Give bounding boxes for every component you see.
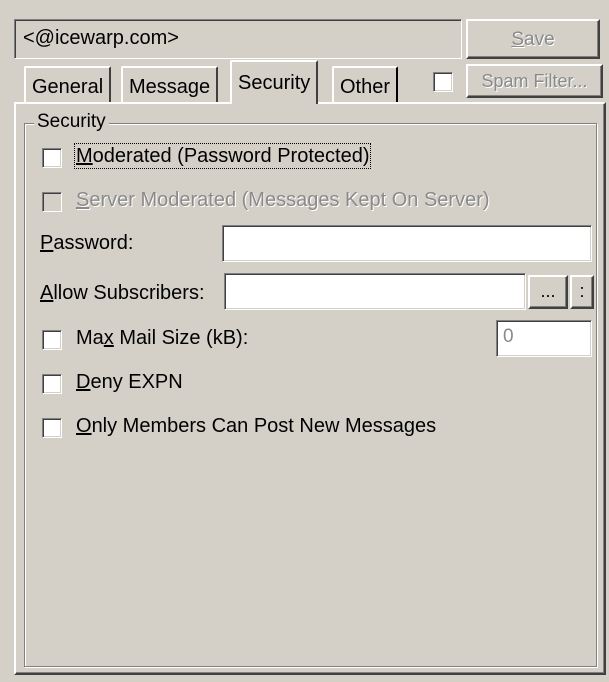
allow-subscribers-input[interactable] [224, 273, 526, 310]
only-members-checkbox[interactable] [42, 418, 62, 438]
password-label: Password: [40, 232, 133, 255]
browse-subscribers-button[interactable]: ... [528, 275, 568, 309]
only-members-access-key: O [76, 415, 92, 437]
server-moderated-access-key: S [76, 189, 90, 211]
password-input[interactable] [222, 225, 592, 262]
tab-general[interactable]: General [24, 66, 112, 102]
max-mail-size-label-pre: Ma [76, 327, 104, 349]
server-moderated-label: Server Moderated (Messages Kept On Serve… [76, 189, 490, 212]
max-mail-size-label[interactable]: Max Mail Size (kB): [76, 327, 248, 350]
max-mail-size-label-rest: Mail Size (kB): [113, 327, 249, 349]
save-button[interactable]: Save [466, 19, 600, 59]
deny-expn-checkbox[interactable] [42, 374, 62, 394]
security-group-title: Security [34, 111, 109, 133]
moderated-label-text: Moderated (Password Protected) [73, 143, 372, 169]
tab-security[interactable]: Security [230, 60, 319, 104]
tab-general-label: General [32, 76, 104, 98]
spam-filter-button[interactable]: Spam Filter... [466, 64, 603, 98]
tab-other-label: Other [340, 76, 391, 98]
subscribers-options-button[interactable]: : [570, 275, 594, 309]
save-access-key: S [511, 29, 525, 50]
list-address-field[interactable]: <@icewarp.com> [14, 19, 462, 59]
mailing-list-dialog: <@icewarp.com> Save General Message Secu… [0, 0, 609, 682]
server-moderated-checkbox[interactable] [42, 192, 62, 212]
tab-message-label: Message [129, 76, 211, 98]
spam-filter-checkbox[interactable] [433, 72, 453, 92]
password-access-key: P [40, 232, 54, 254]
tab-security-label: Security [238, 72, 311, 94]
allow-subscribers-label: Allow Subscribers: [40, 282, 205, 305]
password-label-rest: assword: [53, 232, 134, 254]
deny-expn-label-rest: eny EXPN [90, 371, 183, 393]
allow-subscribers-access-key: A [40, 282, 54, 304]
moderated-checkbox[interactable] [42, 148, 62, 168]
max-mail-size-access-key: x [103, 327, 114, 349]
only-members-label-rest: nly Members Can Post New Messages [91, 415, 437, 437]
moderated-label[interactable]: Moderated (Password Protected) [73, 143, 372, 169]
tab-other[interactable]: Other [332, 66, 399, 102]
deny-expn-label[interactable]: Deny EXPN [76, 371, 183, 394]
max-mail-size-input[interactable]: 0 [496, 320, 592, 357]
allow-subscribers-label-rest: llow Subscribers: [53, 282, 205, 304]
deny-expn-access-key: D [76, 371, 91, 393]
moderated-access-key: M [76, 145, 93, 167]
moderated-label-rest: oderated (Password Protected) [92, 145, 370, 167]
save-label-rest: ave [524, 29, 555, 50]
tab-message[interactable]: Message [121, 66, 219, 102]
max-mail-size-checkbox[interactable] [42, 330, 62, 350]
only-members-label[interactable]: Only Members Can Post New Messages [76, 415, 436, 438]
server-moderated-label-rest: erver Moderated (Messages Kept On Server… [89, 189, 490, 211]
